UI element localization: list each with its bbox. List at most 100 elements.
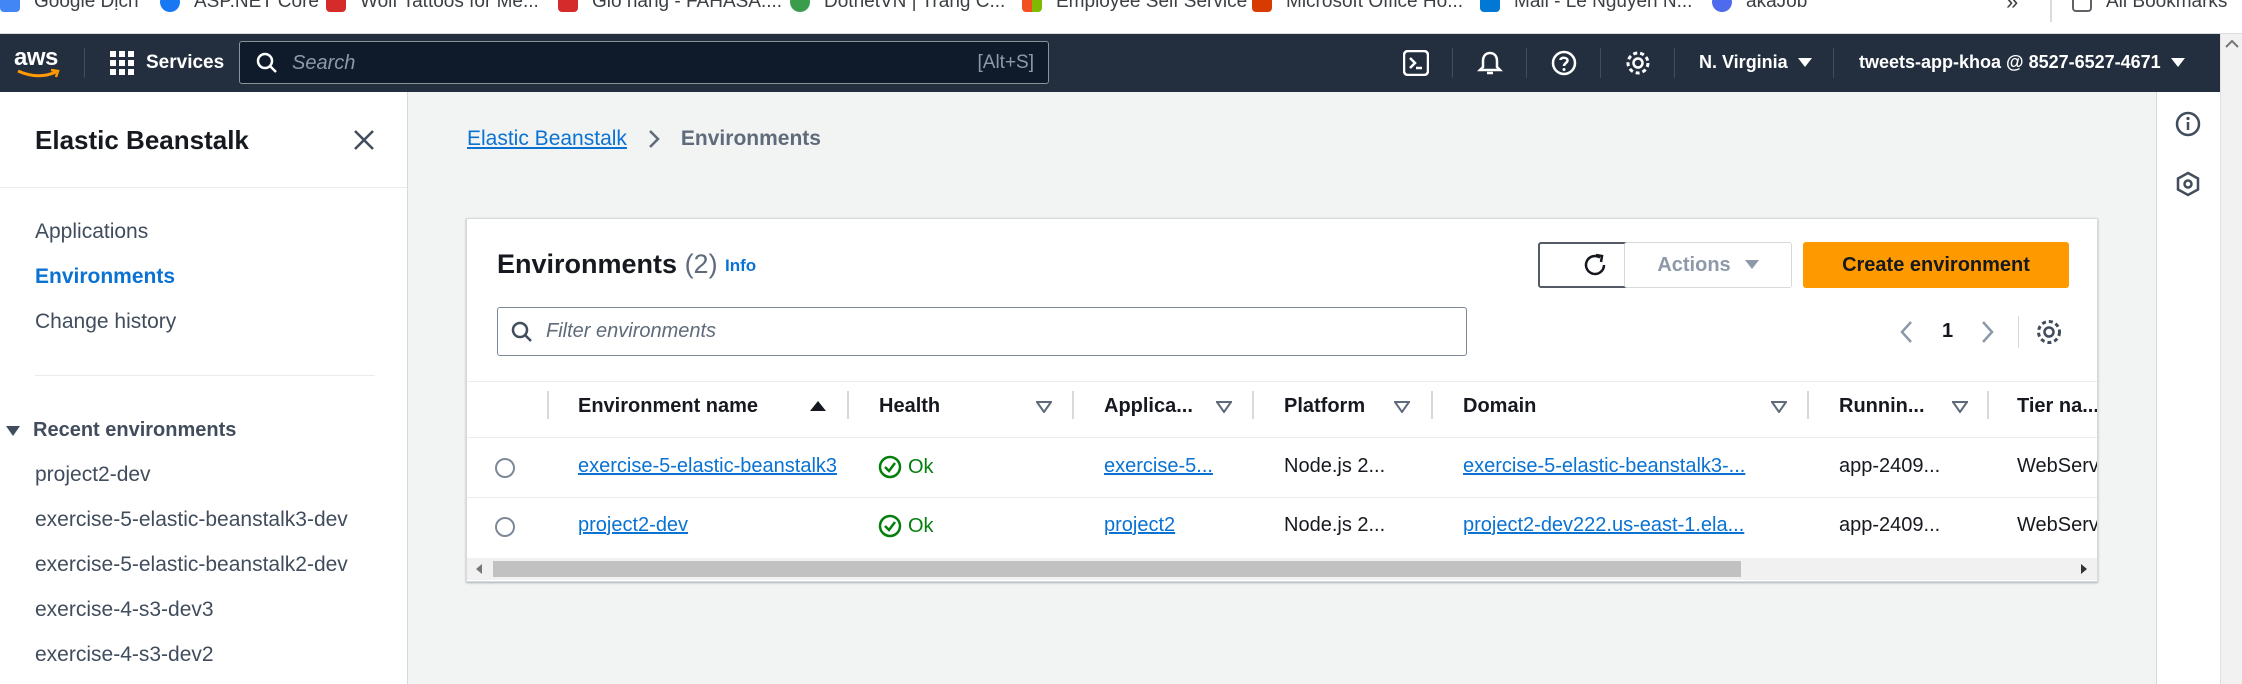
- table-horizontal-scrollbar[interactable]: [467, 558, 2097, 580]
- column-header-domain[interactable]: Domain: [1463, 395, 1536, 418]
- sort-icon[interactable]: [1036, 401, 1052, 413]
- column-header-environment-name[interactable]: Environment name: [578, 395, 826, 418]
- actions-dropdown-button[interactable]: Actions: [1624, 242, 1792, 288]
- folder-icon: [2072, 0, 2092, 12]
- nav-separator: [1452, 48, 1453, 78]
- akajob-icon: [1712, 0, 1732, 12]
- application-link[interactable]: project2: [1104, 514, 1244, 537]
- utility-rail: [2156, 92, 2220, 684]
- side-navigation: Elastic Beanstalk Applications Environme…: [0, 92, 408, 684]
- environment-name-link[interactable]: project2-dev: [578, 514, 847, 537]
- sort-icon[interactable]: [1952, 401, 1968, 413]
- tier-value: WebServ: [2017, 455, 2097, 477]
- search-input[interactable]: Search [Alt+S]: [239, 41, 1049, 84]
- previous-page-icon[interactable]: [1899, 320, 1915, 344]
- scrollbar-thumb[interactable]: [493, 561, 1741, 577]
- close-icon[interactable]: [352, 128, 376, 152]
- bookmark-4[interactable]: DotnetVN | Trang C...: [790, 0, 1005, 14]
- search-icon: [511, 321, 532, 342]
- sort-icon[interactable]: [1216, 401, 1232, 413]
- domain-link[interactable]: project2-dev222.us-east-1.ela...: [1463, 514, 1803, 537]
- aws-logo[interactable]: aws: [14, 44, 60, 78]
- caret-down-icon: [1744, 260, 1759, 269]
- scroll-left-arrow-icon[interactable]: [473, 563, 485, 575]
- row-select-radio[interactable]: [495, 517, 515, 537]
- caret-down-icon: [6, 425, 20, 436]
- column-header-platform[interactable]: Platform: [1284, 395, 1365, 418]
- cloudshell-icon[interactable]: [1402, 49, 1430, 81]
- filter-environments-input[interactable]: Filter environments: [497, 307, 1467, 356]
- scroll-right-arrow-icon[interactable]: [2078, 563, 2090, 575]
- application-link[interactable]: exercise-5...: [1104, 455, 1244, 478]
- breadcrumb: Elastic Beanstalk Environments: [467, 127, 821, 151]
- environment-count: (2): [684, 249, 718, 279]
- breadcrumb-link-elastic-beanstalk[interactable]: Elastic Beanstalk: [467, 127, 627, 151]
- table-header-bottom-border: [467, 437, 2097, 438]
- table-preferences-gear-icon[interactable]: [2035, 318, 2063, 346]
- sidebar-item-environments[interactable]: Environments: [35, 265, 175, 289]
- search-icon: [256, 52, 277, 73]
- nav-separator: [1526, 48, 1527, 78]
- settings-gear-icon[interactable]: [1625, 50, 1651, 81]
- column-separator: [547, 391, 549, 419]
- bookmark-8[interactable]: akaJob: [1712, 0, 1807, 14]
- sort-icon[interactable]: [1771, 401, 1787, 413]
- next-page-icon[interactable]: [1979, 320, 1995, 344]
- bookmarks-overflow-button[interactable]: »: [2006, 0, 2018, 14]
- running-version-value: app-2409...: [1839, 514, 1941, 536]
- refresh-icon: [1584, 253, 1606, 276]
- health-status: Ok: [878, 455, 934, 479]
- current-page-number[interactable]: 1: [1942, 320, 1953, 343]
- recent-environment-link[interactable]: exercise-5-elastic-beanstalk2-dev: [35, 553, 348, 577]
- column-header-tier-name[interactable]: Tier na...: [2017, 395, 2097, 418]
- sidebar-title[interactable]: Elastic Beanstalk: [35, 125, 249, 156]
- bookmark-0[interactable]: Google Dịch: [0, 0, 139, 14]
- bookmark-5[interactable]: Employee Self Service: [1022, 0, 1247, 14]
- create-environment-button[interactable]: Create environment: [1803, 242, 2069, 288]
- bookmark-7[interactable]: Mail - Le Nguyen N...: [1480, 0, 1692, 14]
- environment-name-link[interactable]: exercise-5-elastic-beanstalk3: [578, 455, 847, 478]
- recent-environments-toggle[interactable]: Recent environments: [6, 419, 236, 442]
- column-header-health[interactable]: Health: [879, 395, 940, 418]
- nav-separator: [1600, 48, 1601, 78]
- caret-down-icon: [2170, 57, 2185, 67]
- info-icon[interactable]: [2175, 111, 2201, 137]
- column-separator: [1987, 391, 1989, 419]
- recent-environment-link[interactable]: exercise-4-s3-dev3: [35, 598, 214, 622]
- bookmark-6[interactable]: Microsoft Office Ho...: [1252, 0, 1463, 14]
- column-separator: [1431, 391, 1433, 419]
- all-bookmarks-button[interactable]: All Bookmarks: [2072, 0, 2227, 14]
- nav-separator: [1674, 48, 1675, 78]
- recent-environment-link[interactable]: exercise-5-elastic-beanstalk3-dev: [35, 508, 348, 532]
- info-link[interactable]: Info: [725, 256, 756, 276]
- platform-value: Node.js 2...: [1284, 514, 1386, 536]
- bookmark-1[interactable]: ASP.NET Core: [160, 0, 319, 14]
- window-scrollbar[interactable]: [2220, 34, 2242, 684]
- check-circle-icon: [878, 455, 902, 479]
- dotnetvn-icon: [790, 0, 810, 12]
- bookmark-3[interactable]: Giỏ hàng - FAHASA....: [558, 0, 782, 14]
- account-menu[interactable]: tweets-app-khoa @ 8527-6527-4671: [1859, 52, 2185, 73]
- column-header-running-version[interactable]: Runnin...: [1839, 395, 1925, 418]
- services-menu-button[interactable]: Services: [110, 51, 224, 75]
- feedback-hexagon-icon[interactable]: [2175, 171, 2201, 197]
- microsoft-icon: [1022, 0, 1042, 12]
- help-icon[interactable]: [1551, 50, 1577, 81]
- fahasa-icon: [558, 0, 578, 12]
- bookmarks-divider: [2050, 0, 2052, 22]
- recent-environment-link[interactable]: exercise-4-s3-dev2: [35, 643, 214, 667]
- column-header-application[interactable]: Applica...: [1104, 395, 1193, 418]
- column-separator: [1072, 391, 1074, 419]
- sidebar-item-applications[interactable]: Applications: [35, 220, 148, 244]
- notifications-bell-icon[interactable]: [1476, 50, 1504, 81]
- bookmark-2[interactable]: Wolf Tattoos for Me...: [326, 0, 539, 14]
- recent-environment-link[interactable]: project2-dev: [35, 463, 151, 487]
- row-select-radio[interactable]: [495, 458, 515, 478]
- nav-separator: [84, 48, 85, 78]
- domain-link[interactable]: exercise-5-elastic-beanstalk3-...: [1463, 455, 1803, 478]
- page-title: Environments (2): [497, 249, 718, 279]
- sidebar-item-change-history[interactable]: Change history: [35, 310, 176, 334]
- row-divider: [467, 497, 2097, 498]
- sort-icon[interactable]: [1394, 401, 1410, 413]
- region-selector[interactable]: N. Virginia: [1699, 52, 1812, 73]
